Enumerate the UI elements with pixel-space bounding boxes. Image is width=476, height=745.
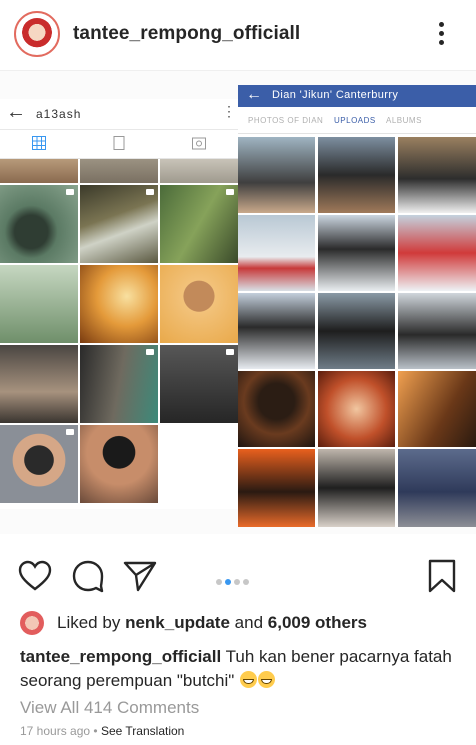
post-image[interactable]: ← a13ash ⋮ ← Dian 'Jikun' Canterburry PH… bbox=[0, 71, 476, 534]
likes-text: Liked by nenk_update and 6,009 others bbox=[57, 613, 367, 633]
carousel-dot bbox=[216, 579, 222, 585]
photo-tile bbox=[398, 215, 476, 291]
left-screenshot: ← a13ash ⋮ bbox=[0, 99, 238, 509]
photo-tile bbox=[0, 425, 78, 503]
photo-tile bbox=[80, 265, 158, 343]
share-icon[interactable] bbox=[122, 558, 158, 594]
left-screenshot-topbar: ← a13ash ⋮ bbox=[0, 99, 238, 130]
tab-uploads: UPLOADS bbox=[334, 116, 376, 125]
photo-tile bbox=[238, 371, 315, 447]
photo-tile bbox=[318, 371, 395, 447]
see-translation-link[interactable]: See Translation bbox=[101, 724, 184, 738]
right-screenshot-title: Dian 'Jikun' Canterburry bbox=[272, 89, 399, 101]
photo-tile bbox=[80, 159, 158, 183]
photo-tile bbox=[318, 137, 395, 213]
profile-avatar[interactable] bbox=[14, 11, 60, 57]
post-username[interactable]: tantee_rempong_officiall bbox=[73, 23, 300, 45]
bookmark-icon[interactable] bbox=[424, 558, 460, 594]
photo-tile bbox=[0, 345, 78, 423]
photo-tile bbox=[0, 265, 78, 343]
caption-username[interactable]: tantee_rempong_officiall bbox=[20, 647, 221, 666]
comment-icon[interactable] bbox=[70, 558, 106, 594]
photo-tile bbox=[238, 449, 315, 527]
photo-tile bbox=[160, 345, 238, 423]
carousel-dot bbox=[234, 579, 240, 585]
photo-tile bbox=[160, 185, 238, 263]
post-caption: tantee_rempong_officiall Tuh kan bener p… bbox=[20, 645, 460, 693]
view-all-comments-link[interactable]: View All 414 Comments bbox=[20, 698, 199, 718]
photo-tile bbox=[238, 293, 315, 369]
photo-tile bbox=[0, 159, 78, 183]
time-separator: • bbox=[93, 724, 98, 738]
right-screenshot-tabs: PHOTOS OF DIAN UPLOADS ALBUMS bbox=[238, 107, 476, 134]
photo-tile bbox=[238, 215, 315, 291]
tab-albums: ALBUMS bbox=[386, 116, 422, 125]
photo-tile bbox=[398, 449, 476, 527]
grinning-emoji-icon bbox=[258, 671, 276, 688]
grinning-emoji-icon bbox=[240, 671, 258, 688]
post-timestamp: 17 hours ago • See Translation bbox=[20, 724, 184, 738]
photo-tile bbox=[398, 293, 476, 369]
photo-tile bbox=[0, 185, 78, 263]
likes-others[interactable]: 6,009 others bbox=[268, 613, 367, 632]
photo-tile bbox=[398, 137, 476, 213]
photo-tile bbox=[318, 215, 395, 291]
photo-tile bbox=[80, 185, 158, 263]
right-screenshot: ← Dian 'Jikun' Canterburry PHOTOS OF DIA… bbox=[238, 85, 476, 527]
carousel-dot bbox=[243, 579, 249, 585]
liker-username[interactable]: nenk_update bbox=[125, 613, 230, 632]
tagged-photo-icon bbox=[192, 137, 206, 150]
tab-photos-of: PHOTOS OF DIAN bbox=[248, 116, 324, 125]
list-icon bbox=[113, 136, 125, 150]
photo-tile bbox=[398, 371, 476, 447]
back-arrow-icon: ← bbox=[246, 86, 262, 103]
liker-avatar[interactable] bbox=[20, 611, 44, 635]
photo-tile bbox=[80, 345, 158, 423]
left-screenshot-title: a13ash bbox=[36, 107, 82, 121]
heart-icon[interactable] bbox=[17, 558, 53, 594]
left-screenshot-tabs bbox=[0, 130, 238, 159]
time-ago: 17 hours ago bbox=[20, 724, 91, 738]
carousel-dot-active bbox=[225, 579, 231, 585]
back-arrow-icon: ← bbox=[6, 101, 26, 123]
right-screenshot-topbar: ← Dian 'Jikun' Canterburry bbox=[238, 85, 476, 107]
likes-prefix: Liked by bbox=[57, 613, 121, 632]
photo-tile bbox=[160, 265, 238, 343]
likes-and: and bbox=[234, 613, 264, 632]
more-options-icon[interactable] bbox=[436, 22, 446, 48]
photo-tile bbox=[80, 425, 158, 503]
post-actions bbox=[0, 548, 476, 604]
photo-tile bbox=[160, 159, 238, 183]
grid-icon bbox=[32, 136, 46, 150]
photo-tile bbox=[318, 293, 395, 369]
photo-tile bbox=[238, 137, 315, 213]
post-header: tantee_rempong_officiall bbox=[0, 0, 476, 71]
photo-tile bbox=[318, 449, 395, 527]
more-vertical-icon: ⋮ bbox=[222, 103, 236, 119]
carousel-indicator bbox=[216, 572, 252, 585]
